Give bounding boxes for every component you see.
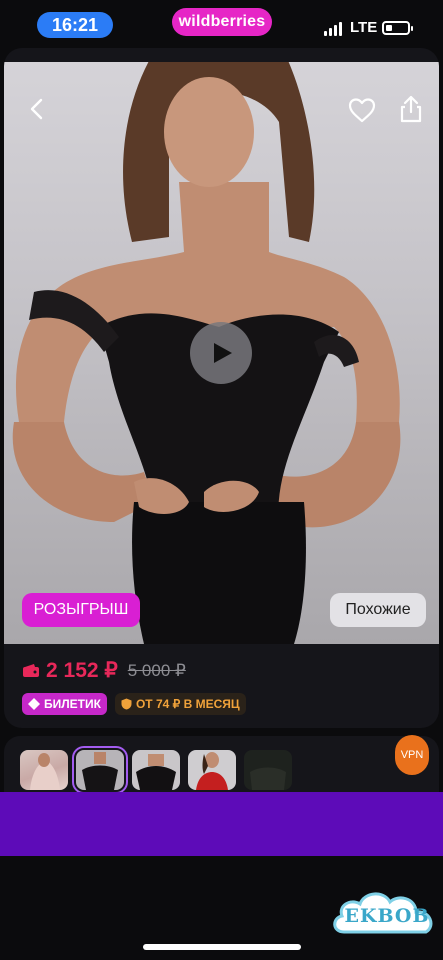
play-video-button[interactable] <box>190 322 252 384</box>
ticket-icon <box>28 698 40 710</box>
shield-icon <box>121 698 132 710</box>
purple-banner[interactable] <box>0 792 443 856</box>
ticket-label: БИЛЕТИК <box>44 697 101 711</box>
product-card: РОЗЫГРЫШ Похожие 2 152 ₽ 5 000 ₽ БИЛЕТИК… <box>4 48 439 728</box>
badges-row: БИЛЕТИК ОТ 74 ₽ В МЕСЯЦ <box>22 693 246 715</box>
share-button[interactable] <box>398 94 424 124</box>
share-icon <box>400 95 422 123</box>
current-price: 2 152 ₽ <box>46 659 118 682</box>
installment-label: ОТ 74 ₽ В МЕСЯЦ <box>135 697 240 711</box>
brand-logo[interactable]: wildberries <box>172 8 272 36</box>
home-indicator[interactable] <box>143 944 301 950</box>
thumbnail-4[interactable] <box>188 750 236 790</box>
signal-icon <box>324 22 342 36</box>
product-photo[interactable]: РОЗЫГРЫШ Похожие <box>4 62 439 644</box>
thumbnail-strip <box>4 736 439 796</box>
favorite-button[interactable] <box>347 96 377 124</box>
thumbnail-2-selected[interactable] <box>72 746 128 794</box>
status-bar: 16:21 wildberries LTE <box>0 0 443 50</box>
network-label: LTE <box>350 19 378 36</box>
heart-icon <box>348 98 376 123</box>
thumbnail-3[interactable] <box>132 750 180 790</box>
thumbnail-5[interactable] <box>244 750 292 790</box>
similar-products-button[interactable]: Похожие <box>330 593 426 627</box>
installment-badge[interactable]: ОТ 74 ₽ В МЕСЯЦ <box>114 693 246 715</box>
wallet-icon <box>23 664 39 677</box>
status-time: 16:21 <box>37 12 113 38</box>
thumbnail-1[interactable] <box>20 750 68 790</box>
giveaway-button[interactable]: РОЗЫГРЫШ <box>22 593 140 627</box>
chevron-left-icon <box>30 98 43 120</box>
price-row: 2 152 ₽ 5 000 ₽ <box>22 658 186 683</box>
old-price: 5 000 ₽ <box>127 660 186 680</box>
battery-icon <box>382 21 413 35</box>
watermark-text: EKBOB <box>344 905 430 927</box>
back-button[interactable] <box>24 96 50 122</box>
ticket-badge[interactable]: БИЛЕТИК <box>22 693 107 715</box>
vpn-badge[interactable]: VPN <box>395 735 429 775</box>
play-icon <box>214 343 232 363</box>
